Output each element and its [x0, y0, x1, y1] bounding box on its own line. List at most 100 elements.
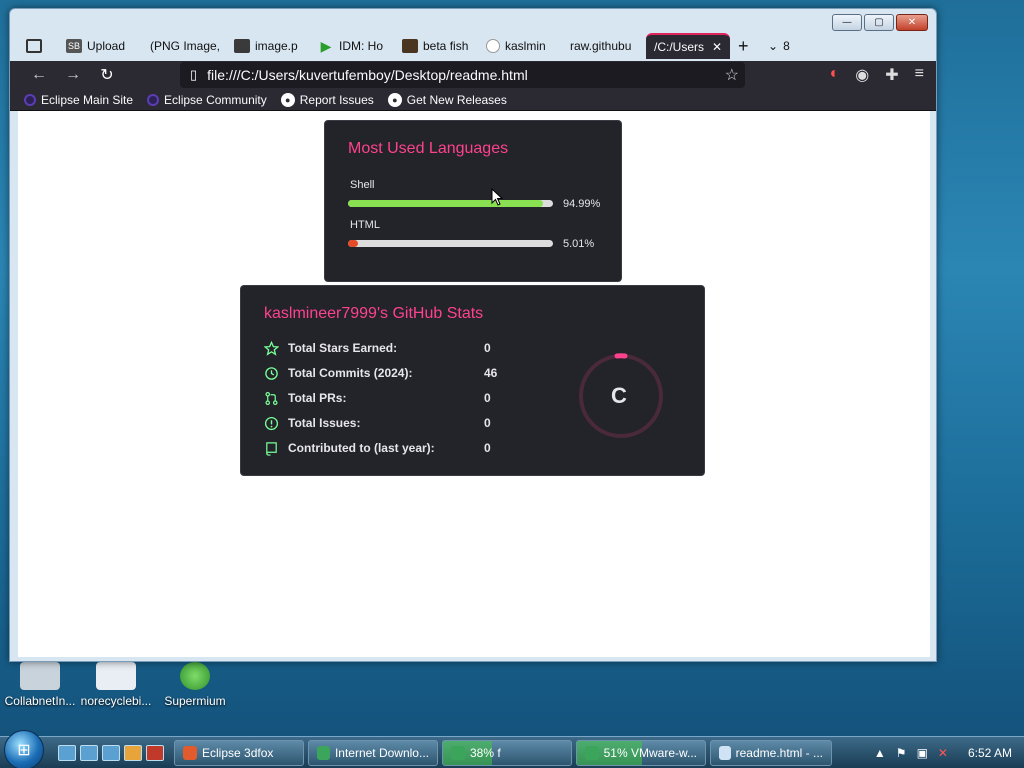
- bookmark-label: Get New Releases: [406, 92, 507, 107]
- tab-image[interactable]: image.p: [226, 33, 310, 59]
- stat-row: Total PRs:: [263, 390, 346, 406]
- quicklaunch-computer-icon[interactable]: [102, 744, 120, 761]
- task-download-38[interactable]: 38% f: [442, 739, 572, 766]
- quicklaunch-window-switch-icon[interactable]: [80, 744, 98, 761]
- menu-icon[interactable]: ≡: [915, 65, 924, 85]
- repo-icon: [263, 440, 279, 456]
- eclipse-3dfox-icon: [183, 745, 197, 760]
- task-eclipse-3dfox[interactable]: Eclipse 3dfox: [174, 739, 304, 766]
- toolbar-right: ◐ ◉ ✚ ≡: [830, 65, 924, 85]
- desktop-icon-collabnet[interactable]: CollabnetIn...: [0, 662, 80, 708]
- tab-label: kaslmin: [505, 39, 546, 53]
- tab-strip: SB Upload (PNG Image, image.p ▶ IDM: Ho …: [10, 31, 936, 61]
- tab-png-image[interactable]: (PNG Image,: [142, 33, 226, 59]
- system-tray: ▲ ⚑ ▣ ✕ 6:52 AM: [874, 746, 1012, 760]
- tab-idm[interactable]: ▶ IDM: Ho: [310, 33, 394, 59]
- bookmark-eclipse-community[interactable]: Eclipse Community: [147, 93, 267, 107]
- bookmark-get-new-releases[interactable]: ● Get New Releases: [387, 92, 507, 107]
- task-label: 38% f: [470, 745, 501, 760]
- language-bar-fill: [348, 240, 359, 247]
- language-name: Shell: [350, 179, 375, 191]
- sb-icon: SB: [66, 39, 82, 53]
- idm-icon: ▶: [320, 37, 332, 54]
- tab-label: raw.githubu: [570, 39, 632, 53]
- bookmark-report-issues[interactable]: ● Report Issues: [280, 92, 374, 107]
- task-internet-download-manager[interactable]: Internet Downlo...: [308, 739, 438, 766]
- account-icon[interactable]: ◉: [855, 65, 869, 85]
- volume-muted-icon[interactable]: ✕: [938, 746, 948, 760]
- page-icon: ▯: [190, 67, 198, 82]
- task-label: readme.html - ...: [735, 745, 823, 760]
- idm-icon: [585, 745, 599, 760]
- stat-row: Contributed to (last year):: [263, 440, 435, 456]
- issue-icon: [263, 415, 279, 431]
- github-icon: ●: [280, 92, 295, 107]
- github-icon: ●: [387, 92, 402, 107]
- desktop-icon-supermium[interactable]: Supermium: [155, 662, 235, 708]
- bookmark-eclipse-main-site[interactable]: Eclipse Main Site: [24, 93, 133, 107]
- norecyclebin-icon: [96, 662, 136, 690]
- tab-overview-button[interactable]: [18, 33, 58, 59]
- stat-label: Total PRs:: [288, 391, 347, 405]
- stat-label: Total Commits (2024):: [288, 366, 413, 380]
- back-button[interactable]: ←: [22, 61, 56, 89]
- windows-logo-icon: ⊞: [17, 741, 31, 759]
- list-all-tabs-button[interactable]: ⌄ 8: [760, 33, 806, 59]
- tray-expand-icon[interactable]: ▲: [874, 746, 886, 760]
- clock[interactable]: 6:52 AM: [968, 746, 1012, 760]
- url-text: file:///C:/Users/kuvertufemboy/Desktop/r…: [207, 67, 528, 83]
- new-tab-button[interactable]: +: [730, 33, 760, 59]
- tab-label: beta fish: [423, 39, 469, 53]
- stat-value: 0: [484, 341, 491, 355]
- action-center-flag-icon[interactable]: ⚑: [896, 746, 907, 760]
- task-readme-notepad[interactable]: readme.html - ...: [710, 739, 832, 766]
- reload-button[interactable]: ↻: [90, 61, 124, 89]
- stat-label: Total Stars Earned:: [288, 341, 398, 355]
- tab-beta-fish[interactable]: beta fish: [394, 33, 478, 59]
- tab-github-profile[interactable]: kaslmin: [478, 33, 562, 59]
- maximize-button[interactable]: ▢: [864, 14, 894, 31]
- url-bar[interactable]: ▯ file:///C:/Users/kuvertufemboy/Desktop…: [180, 62, 745, 88]
- quicklaunch-app-icon[interactable]: [146, 744, 164, 761]
- quicklaunch-media-icon[interactable]: [124, 744, 142, 761]
- forward-button[interactable]: →: [56, 61, 90, 89]
- eclipse-icon: [24, 93, 36, 106]
- history-icon: [263, 365, 279, 381]
- language-bar-fill: [348, 200, 543, 207]
- tab-raw-githubusercontent[interactable]: raw.githubu: [562, 33, 646, 59]
- window-controls: — ▢ ✕: [832, 14, 928, 31]
- image-icon: [234, 39, 250, 53]
- network-icon[interactable]: ▣: [917, 746, 928, 760]
- quicklaunch-show-desktop-icon[interactable]: [58, 744, 76, 761]
- extension-red-icon[interactable]: ◐: [830, 65, 840, 85]
- idm-icon: [451, 745, 465, 760]
- stat-label: Contributed to (last year):: [288, 441, 435, 455]
- start-button[interactable]: ⊞: [4, 729, 44, 768]
- language-bar: [348, 240, 553, 247]
- browser-window: — ▢ ✕ SB Upload (PNG Image, image.p ▶ ID…: [9, 8, 937, 662]
- tab-label: (PNG Image,: [150, 39, 221, 53]
- stat-row: Total Commits (2024):: [263, 365, 412, 381]
- close-window-button[interactable]: ✕: [896, 14, 928, 31]
- bookmark-label: Eclipse Main Site: [41, 92, 134, 107]
- extensions-icon[interactable]: ✚: [885, 65, 898, 85]
- desktop-icon-norecyclebin[interactable]: norecyclebi...: [76, 662, 156, 708]
- stat-value: 0: [484, 441, 491, 455]
- stats-card-title: kaslmineer7999's GitHub Stats: [264, 305, 484, 322]
- tab-readme-active[interactable]: /C:/Users ✕: [646, 33, 730, 59]
- desktop-icon-label: Supermium: [164, 694, 226, 708]
- minimize-button[interactable]: —: [832, 14, 862, 31]
- idm-icon: [317, 745, 330, 760]
- pull-request-icon: [263, 390, 279, 406]
- mouse-cursor-icon: [491, 188, 503, 206]
- close-tab-icon[interactable]: ✕: [712, 40, 722, 54]
- tab-upload[interactable]: SB Upload: [58, 33, 142, 59]
- stat-row: Total Issues:: [263, 415, 360, 431]
- chevron-down-icon: ⌄: [768, 39, 779, 53]
- language-percent: 94.99%: [563, 198, 601, 210]
- task-download-51[interactable]: 51% VMware-w...: [576, 739, 706, 766]
- stat-row: Total Stars Earned:: [263, 340, 397, 356]
- task-label: 51% VMware-w...: [603, 745, 697, 760]
- stat-value: 0: [484, 416, 491, 430]
- bookmark-star-icon[interactable]: ☆: [725, 65, 739, 85]
